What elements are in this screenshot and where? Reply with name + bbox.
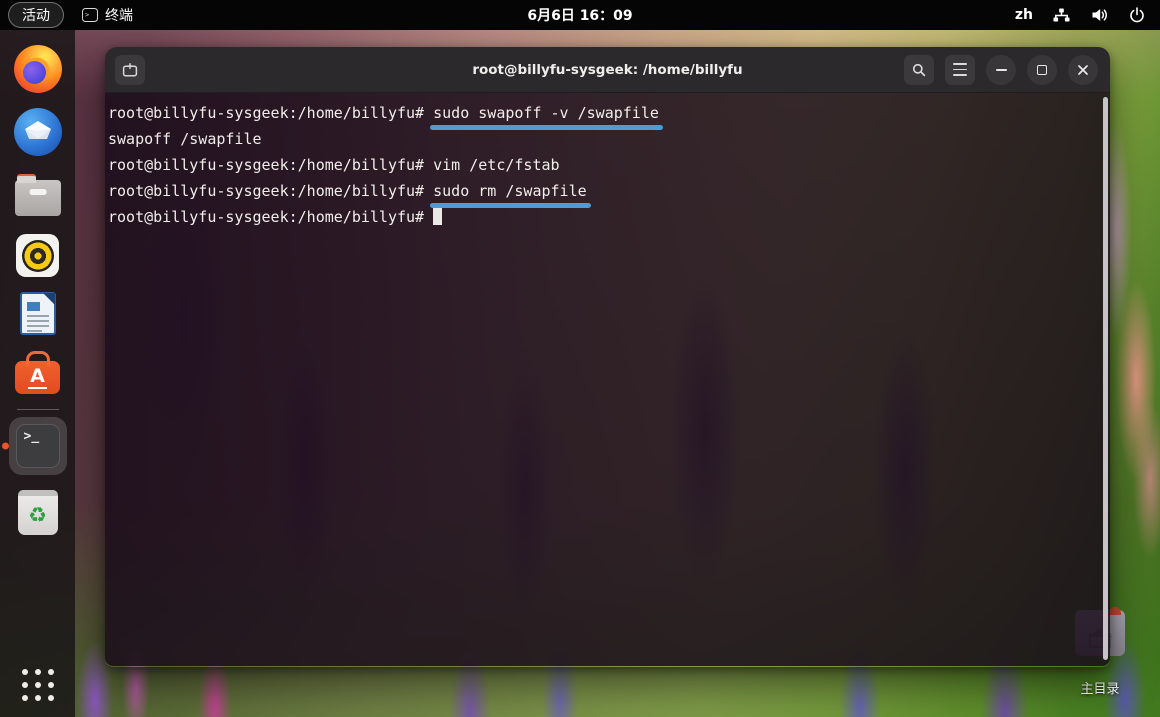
rhythmbox-icon bbox=[16, 234, 59, 277]
terminal-prompt: root@billyfu-sysgeek:/home/billyfu# bbox=[108, 182, 433, 200]
show-apps-button[interactable] bbox=[22, 669, 54, 701]
keyboard-layout-indicator[interactable]: zh bbox=[1015, 7, 1033, 23]
terminal-prompt: root@billyfu-sysgeek:/home/billyfu# bbox=[108, 156, 433, 174]
dock-item-firefox[interactable] bbox=[14, 45, 62, 93]
terminal-cursor bbox=[433, 208, 442, 225]
terminal-prompt: root@billyfu-sysgeek:/home/billyfu# bbox=[108, 104, 433, 122]
terminal-command: vim /etc/fstab bbox=[433, 156, 559, 174]
menu-button[interactable] bbox=[945, 55, 975, 85]
new-tab-icon bbox=[121, 61, 139, 79]
activities-button[interactable]: 活动 bbox=[8, 2, 64, 28]
dock-separator bbox=[17, 409, 59, 410]
maximize-icon bbox=[1037, 65, 1047, 75]
terminal-line: root@billyfu-sysgeek:/home/billyfu# bbox=[108, 207, 1110, 233]
scrollbar-thumb[interactable] bbox=[1103, 97, 1108, 660]
terminal-icon: >_ bbox=[16, 424, 60, 468]
firefox-icon bbox=[14, 45, 62, 93]
dock-item-rhythmbox[interactable] bbox=[16, 234, 59, 277]
home-icon-label: 主目录 bbox=[1074, 678, 1126, 697]
system-tray: zh bbox=[1015, 6, 1146, 24]
files-icon bbox=[15, 180, 61, 216]
terminal-mini-icon: > bbox=[82, 8, 98, 22]
minimize-icon bbox=[996, 69, 1007, 71]
new-tab-button[interactable] bbox=[115, 55, 145, 85]
search-button[interactable] bbox=[904, 55, 934, 85]
dock-item-trash[interactable]: ♻ bbox=[18, 490, 58, 535]
terminal-screen[interactable]: root@billyfu-sysgeek:/home/billyfu# sudo… bbox=[105, 93, 1110, 666]
close-button[interactable] bbox=[1068, 55, 1098, 85]
terminal-line: root@billyfu-sysgeek:/home/billyfu# sudo… bbox=[108, 181, 1110, 207]
terminal-command-underlined: sudo swapoff -v /swapfile bbox=[433, 104, 659, 122]
clock[interactable]: 6月6日 16：09 bbox=[527, 5, 632, 25]
minimize-button[interactable] bbox=[986, 55, 1016, 85]
desktop-screen: 主目录 root@billyfu-sysgeek: /home/billyfu bbox=[0, 0, 1160, 717]
dock-item-ubuntu-software[interactable]: A bbox=[15, 350, 60, 394]
terminal-prompt: root@billyfu-sysgeek:/home/billyfu# bbox=[108, 208, 433, 226]
network-wired-icon[interactable] bbox=[1052, 6, 1071, 24]
libreoffice-writer-icon bbox=[20, 292, 56, 335]
terminal-line: root@billyfu-sysgeek:/home/billyfu# vim … bbox=[108, 155, 1110, 181]
top-bar: 活动 > 终端 6月6日 16：09 zh bbox=[0, 0, 1160, 30]
dock-item-terminal[interactable]: >_ bbox=[9, 417, 67, 475]
terminal-window: root@billyfu-sysgeek: /home/billyfu bbox=[105, 47, 1110, 667]
focused-app-indicator[interactable]: > 终端 bbox=[82, 5, 133, 25]
window-titlebar[interactable]: root@billyfu-sysgeek: /home/billyfu bbox=[105, 47, 1110, 93]
volume-icon[interactable] bbox=[1090, 6, 1109, 24]
window-title: root@billyfu-sysgeek: /home/billyfu bbox=[472, 62, 742, 78]
terminal-line: root@billyfu-sysgeek:/home/billyfu# sudo… bbox=[108, 103, 1110, 129]
dock-item-files[interactable] bbox=[15, 171, 61, 219]
trash-icon: ♻ bbox=[18, 490, 58, 535]
dock-item-libreoffice-writer[interactable] bbox=[20, 292, 56, 335]
power-icon[interactable] bbox=[1128, 6, 1146, 24]
close-icon bbox=[1077, 64, 1089, 76]
terminal-command-underlined: sudo rm /swapfile bbox=[433, 182, 587, 200]
focused-app-name: 终端 bbox=[105, 5, 133, 25]
ubuntu-software-icon: A bbox=[15, 361, 60, 394]
running-indicator-dot bbox=[2, 443, 9, 450]
menu-icon bbox=[953, 63, 967, 75]
dock-item-thunderbird[interactable] bbox=[14, 108, 62, 156]
thunderbird-icon bbox=[14, 108, 62, 156]
dock: A >_ ♻ bbox=[0, 30, 75, 717]
search-icon bbox=[911, 62, 927, 78]
terminal-line: swapoff /swapfile bbox=[108, 129, 1110, 155]
maximize-button[interactable] bbox=[1027, 55, 1057, 85]
